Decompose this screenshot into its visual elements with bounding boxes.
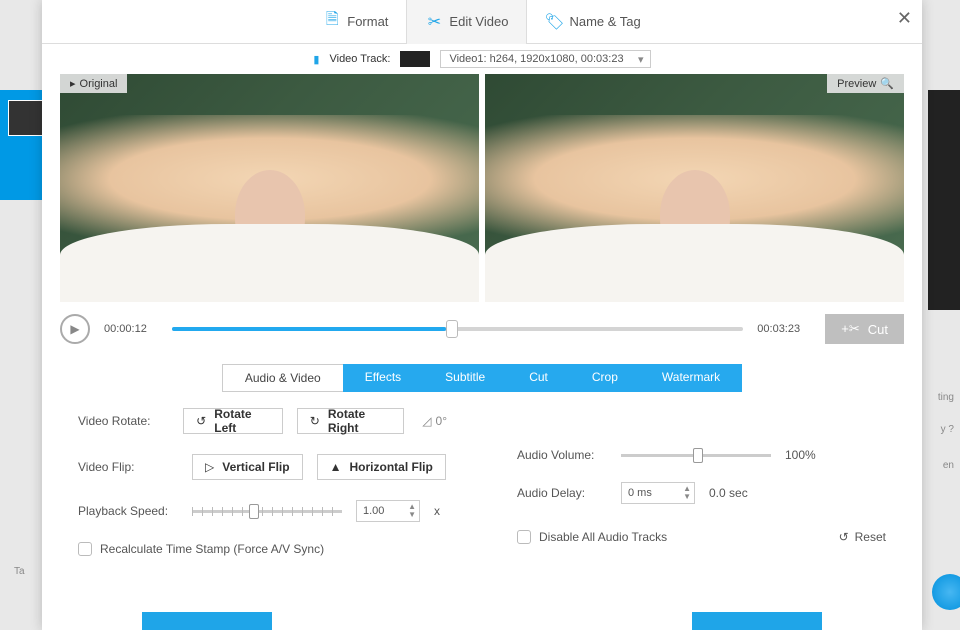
track-thumbnail — [400, 51, 430, 67]
volume-value: 100% — [785, 448, 816, 462]
speed-suffix: x — [434, 504, 440, 518]
subtab-cut[interactable]: Cut — [507, 364, 570, 392]
subtab-crop[interactable]: Crop — [570, 364, 640, 392]
thumbnail[interactable] — [8, 100, 44, 136]
recalc-checkbox[interactable]: Recalculate Time Stamp (Force A/V Sync) — [78, 542, 447, 556]
convert-knob[interactable] — [932, 574, 960, 610]
right-column: Audio Volume: 100% Audio Delay: 0 ms▲▼ 0… — [517, 408, 886, 556]
bg-text: en — [943, 460, 954, 471]
checkbox-icon — [78, 542, 92, 556]
right-thumbnail — [928, 90, 960, 310]
disable-audio-label: Disable All Audio Tracks — [539, 530, 667, 544]
video-track-select[interactable]: Video1: h264, 1920x1080, 00:03:23 — [440, 50, 650, 68]
tab-name-tag[interactable]: 🏷 Name & Tag — [527, 0, 658, 44]
edit-subtabs: Audio & Video Effects Subtitle Cut Crop … — [42, 364, 922, 392]
seek-bar[interactable] — [172, 327, 743, 331]
audio-delay-label: Audio Delay: — [517, 486, 607, 500]
play-button[interactable]: ▶ — [60, 314, 90, 344]
film-icon: ▮ — [313, 53, 319, 66]
current-time: 00:00:12 — [104, 323, 158, 335]
preview-badge: Preview 🔍 — [827, 74, 904, 93]
top-tabbar: 🗎 Format ✂ Edit Video 🏷 Name & Tag ✕ — [42, 0, 922, 44]
subtab-audio-video[interactable]: Audio & Video — [222, 364, 343, 392]
track-value: Video1: h264, 1920x1080, 00:03:23 — [449, 53, 623, 65]
cut-label: Cut — [868, 322, 888, 337]
video-track-label: Video Track: — [329, 53, 390, 65]
spinner-icon[interactable]: ▲▼ — [683, 485, 691, 501]
rotate-degrees: ◿0° — [422, 414, 447, 428]
vflip-icon: ▷ — [205, 460, 214, 474]
vertical-flip-button[interactable]: ▷Vertical Flip — [192, 454, 303, 480]
recalc-label: Recalculate Time Stamp (Force A/V Sync) — [100, 542, 324, 556]
original-pane: ▸ Original — [60, 74, 479, 302]
rotate-left-icon: ↺ — [196, 414, 206, 428]
reset-label: Reset — [855, 530, 886, 544]
preview-area: ▸ Original Preview 🔍 — [42, 74, 922, 302]
tab-label: Edit Video — [449, 14, 508, 29]
volume-slider[interactable] — [621, 454, 771, 457]
audio-volume-label: Audio Volume: — [517, 448, 607, 462]
bg-text: y ? — [941, 424, 954, 435]
checkbox-icon — [517, 530, 531, 544]
video-track-row: ▮ Video Track: Video1: h264, 1920x1080, … — [42, 44, 922, 74]
subtab-subtitle[interactable]: Subtitle — [423, 364, 507, 392]
footer-button-left[interactable] — [142, 612, 272, 630]
video-flip-label: Video Flip: — [78, 460, 178, 474]
subtab-watermark[interactable]: Watermark — [640, 364, 742, 392]
original-badge: ▸ Original — [60, 74, 127, 93]
angle-icon: ◿ — [422, 414, 431, 428]
disable-audio-checkbox[interactable]: Disable All Audio Tracks — [517, 530, 667, 544]
footer-buttons — [42, 612, 922, 630]
spinner-icon[interactable]: ▲▼ — [408, 503, 416, 519]
video-rotate-label: Video Rotate: — [78, 414, 169, 428]
preview-pane: Preview 🔍 — [485, 74, 904, 302]
rotate-left-button[interactable]: ↺Rotate Left — [183, 408, 283, 434]
speed-slider[interactable] — [192, 510, 342, 513]
cut-button[interactable]: +✂ Cut — [825, 314, 904, 344]
total-time: 00:03:23 — [757, 323, 811, 335]
tag-icon: 🏷 — [545, 13, 563, 31]
reset-icon: ↺ — [839, 530, 849, 544]
tab-format[interactable]: 🗎 Format — [305, 0, 406, 44]
seek-handle[interactable] — [446, 320, 458, 338]
playback-speed-label: Playback Speed: — [78, 504, 178, 518]
seek-progress — [172, 327, 446, 331]
tab-label: Format — [347, 14, 388, 29]
tab-label: Name & Tag — [569, 14, 640, 29]
hflip-icon: ▲ — [330, 460, 342, 474]
horizontal-flip-button[interactable]: ▲Horizontal Flip — [317, 454, 446, 480]
playback-controls: ▶ 00:00:12 00:03:23 +✂ Cut — [42, 302, 922, 362]
delay-seconds: 0.0 sec — [709, 486, 748, 500]
close-icon[interactable]: ✕ — [897, 8, 912, 29]
left-column: Video Rotate: ↺Rotate Left ↻Rotate Right… — [78, 408, 447, 556]
scissors-icon: +✂ — [841, 321, 859, 337]
reset-button[interactable]: ↺ Reset — [839, 530, 886, 544]
edit-video-icon: ✂ — [425, 13, 443, 31]
speed-input[interactable]: 1.00▲▼ — [356, 500, 420, 522]
settings-body: Video Rotate: ↺Rotate Left ↻Rotate Right… — [42, 408, 922, 566]
rotate-right-icon: ↻ — [310, 414, 320, 428]
rotate-right-button[interactable]: ↻Rotate Right — [297, 408, 405, 434]
subtab-effects[interactable]: Effects — [343, 364, 423, 392]
footer-button-right[interactable] — [692, 612, 822, 630]
delay-input[interactable]: 0 ms▲▼ — [621, 482, 695, 504]
bg-text: Ta — [14, 566, 25, 577]
edit-video-modal: 🗎 Format ✂ Edit Video 🏷 Name & Tag ✕ ▮ V… — [42, 0, 922, 630]
format-icon: 🗎 — [323, 13, 341, 31]
tab-edit-video[interactable]: ✂ Edit Video — [406, 0, 527, 44]
bg-text: ting — [938, 392, 954, 403]
